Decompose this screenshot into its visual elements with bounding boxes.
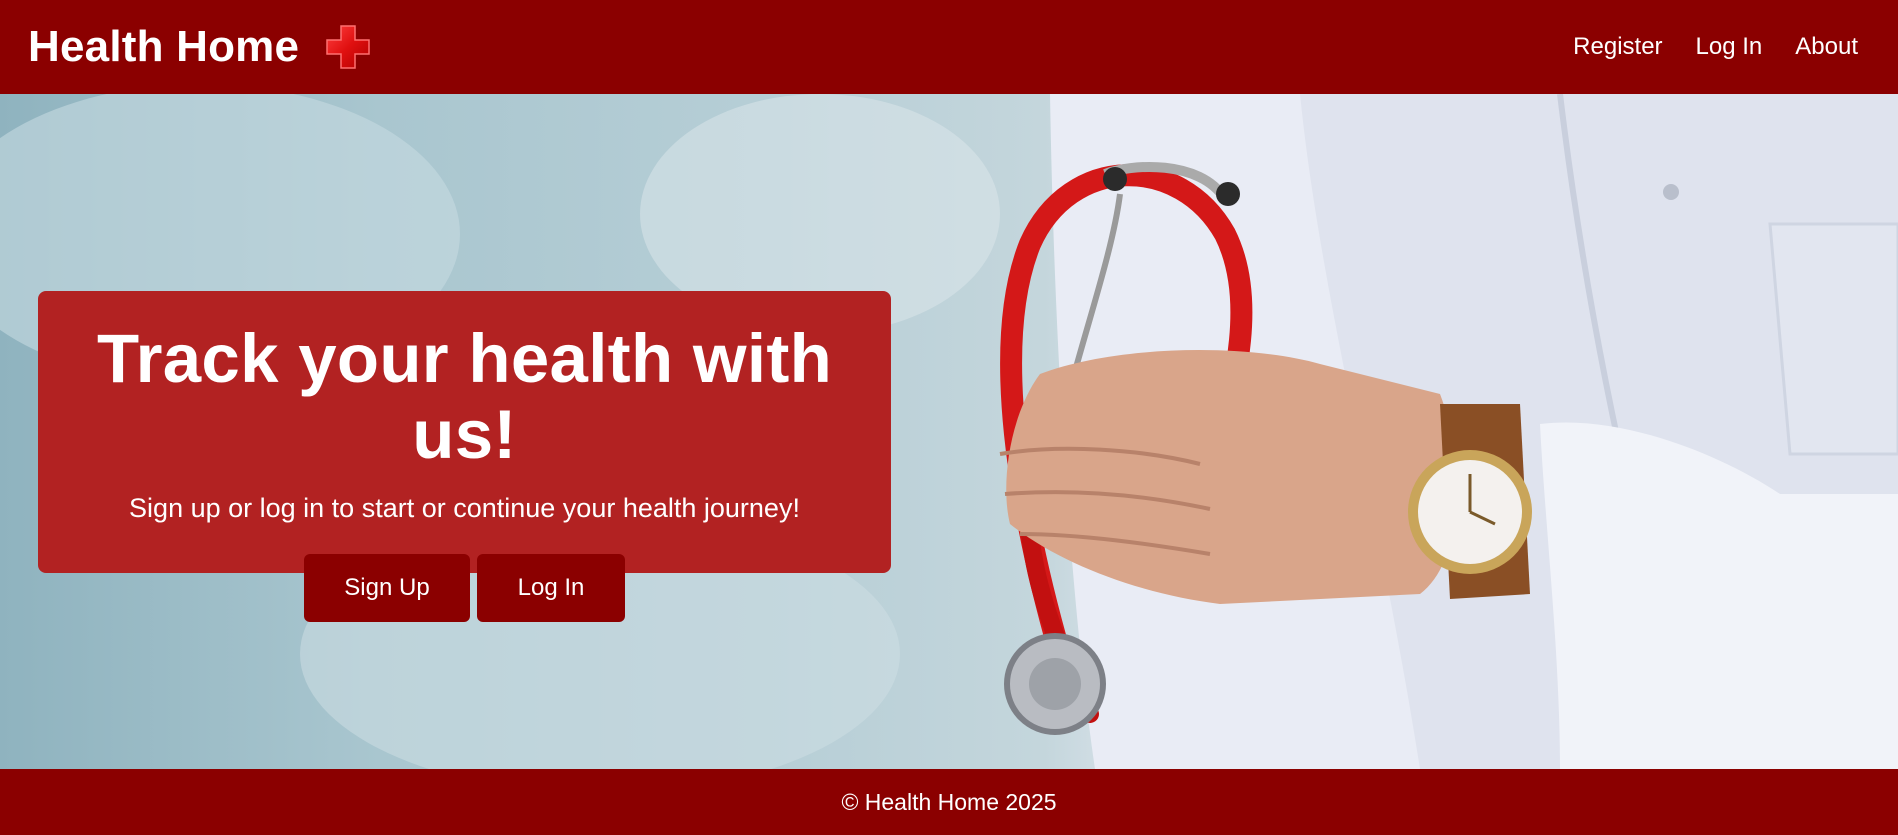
- nav-about-link[interactable]: About: [1795, 33, 1858, 61]
- footer-copyright: © Health Home 2025: [841, 788, 1057, 815]
- medical-cross-icon: [326, 25, 370, 69]
- brand-title[interactable]: Health Home: [28, 22, 299, 72]
- footer: © Health Home 2025: [0, 769, 1898, 835]
- hero-buttons: Sign Up Log In: [38, 554, 891, 622]
- hero-card: Track your health with us! Sign up or lo…: [38, 291, 891, 622]
- nav-register-link[interactable]: Register: [1573, 33, 1662, 61]
- nav-links: Register Log In About: [1573, 33, 1858, 61]
- sign-up-button[interactable]: Sign Up: [304, 554, 470, 622]
- hero-subheading: Sign up or log in to start or continue y…: [129, 493, 800, 523]
- nav-login-link[interactable]: Log In: [1696, 33, 1763, 61]
- brand[interactable]: Health Home: [28, 22, 371, 72]
- hero-heading: Track your health with us!: [96, 320, 833, 473]
- hero-section: Track your health with us! Sign up or lo…: [0, 94, 1898, 769]
- log-in-button[interactable]: Log In: [477, 554, 625, 622]
- top-navbar: Health Home Register Log In About: [0, 0, 1898, 94]
